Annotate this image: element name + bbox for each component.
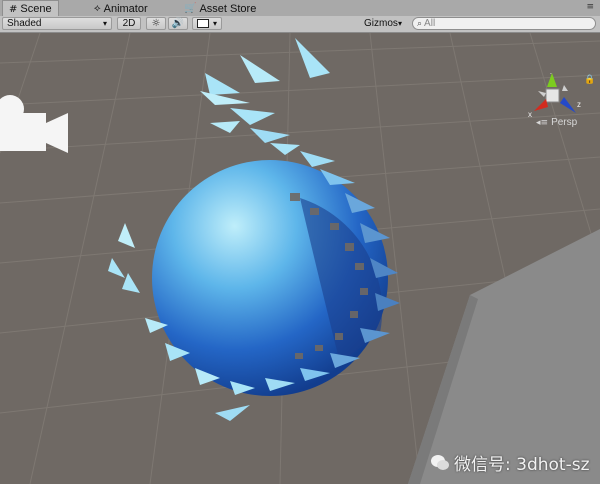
scene-canvas — [0, 33, 600, 484]
orientation-gizmo[interactable]: y x z — [524, 73, 584, 119]
hierarchy-search-input[interactable]: ⌕ All — [412, 17, 596, 30]
scene-icon: # — [9, 3, 18, 15]
effects-dropdown[interactable]: ▾ — [192, 17, 222, 30]
tab-animator[interactable]: ⟡ Animator — [88, 1, 154, 16]
watermark: 微信号: 3dhot-sz — [430, 450, 590, 475]
sun-icon: ☼ — [151, 18, 161, 29]
axis-y-label: y — [550, 73, 554, 74]
projection-toggle[interactable]: ◂≡ Persp — [536, 117, 577, 128]
tab-scene[interactable]: # Scene — [2, 0, 59, 17]
tab-bar: # Scene ⟡ Animator 🛒 Asset Store ≡ — [0, 0, 600, 17]
scene-toolbar: Shaded ▾ 2D ☼ 🔊 ▾ Gizmos ▾ ⌕ All — [0, 16, 600, 33]
watermark-text: 微信号: 3dhot-sz — [454, 455, 590, 475]
search-placeholder: All — [424, 18, 436, 29]
wechat-icon — [431, 454, 449, 470]
gizmos-label: Gizmos — [364, 18, 398, 29]
persp-icon: ◂≡ — [536, 117, 549, 128]
axis-z-label: z — [577, 100, 581, 109]
speaker-icon: 🔊 — [171, 18, 185, 29]
search-icon: ⌕ — [417, 18, 423, 29]
lock-icon[interactable]: 🔒 — [584, 75, 595, 85]
tab-label: Scene — [20, 3, 52, 15]
gizmo-center-cube[interactable] — [545, 88, 560, 103]
animator-icon: ⟡ — [94, 3, 101, 14]
chevron-down-icon: ▾ — [102, 19, 107, 28]
panel-menu-icon[interactable]: ≡ — [586, 2, 594, 12]
image-icon — [197, 19, 209, 28]
tab-label: Asset Store — [199, 2, 257, 15]
axis-x-label: x — [528, 110, 532, 119]
gizmos-dropdown[interactable]: Gizmos ▾ — [360, 17, 406, 30]
axis-x-cone[interactable] — [534, 99, 548, 111]
asset-store-icon: 🛒 — [184, 3, 197, 14]
projection-label: Persp — [551, 117, 578, 128]
2d-mode-toggle[interactable]: 2D — [117, 17, 141, 30]
ground-plane — [408, 229, 600, 484]
camera-gizmo-icon[interactable] — [0, 93, 70, 173]
chevron-down-icon: ▾ — [397, 19, 402, 28]
scene-viewport[interactable]: y x z 🔒 ◂≡ Persp 微信号: 3dhot-sz — [0, 33, 600, 484]
2d-mode-label: 2D — [122, 18, 136, 29]
shading-mode-value: Shaded — [7, 18, 42, 29]
tab-label: Animator — [103, 2, 148, 15]
audio-toggle[interactable]: 🔊 — [168, 17, 188, 30]
shading-mode-dropdown[interactable]: Shaded ▾ — [2, 17, 112, 30]
axis-y-cone[interactable] — [547, 73, 557, 87]
axis-z-cone[interactable] — [560, 97, 576, 113]
chevron-down-icon: ▾ — [212, 19, 217, 28]
tab-asset-store[interactable]: 🛒 Asset Store — [178, 1, 262, 16]
lighting-toggle[interactable]: ☼ — [146, 17, 166, 30]
